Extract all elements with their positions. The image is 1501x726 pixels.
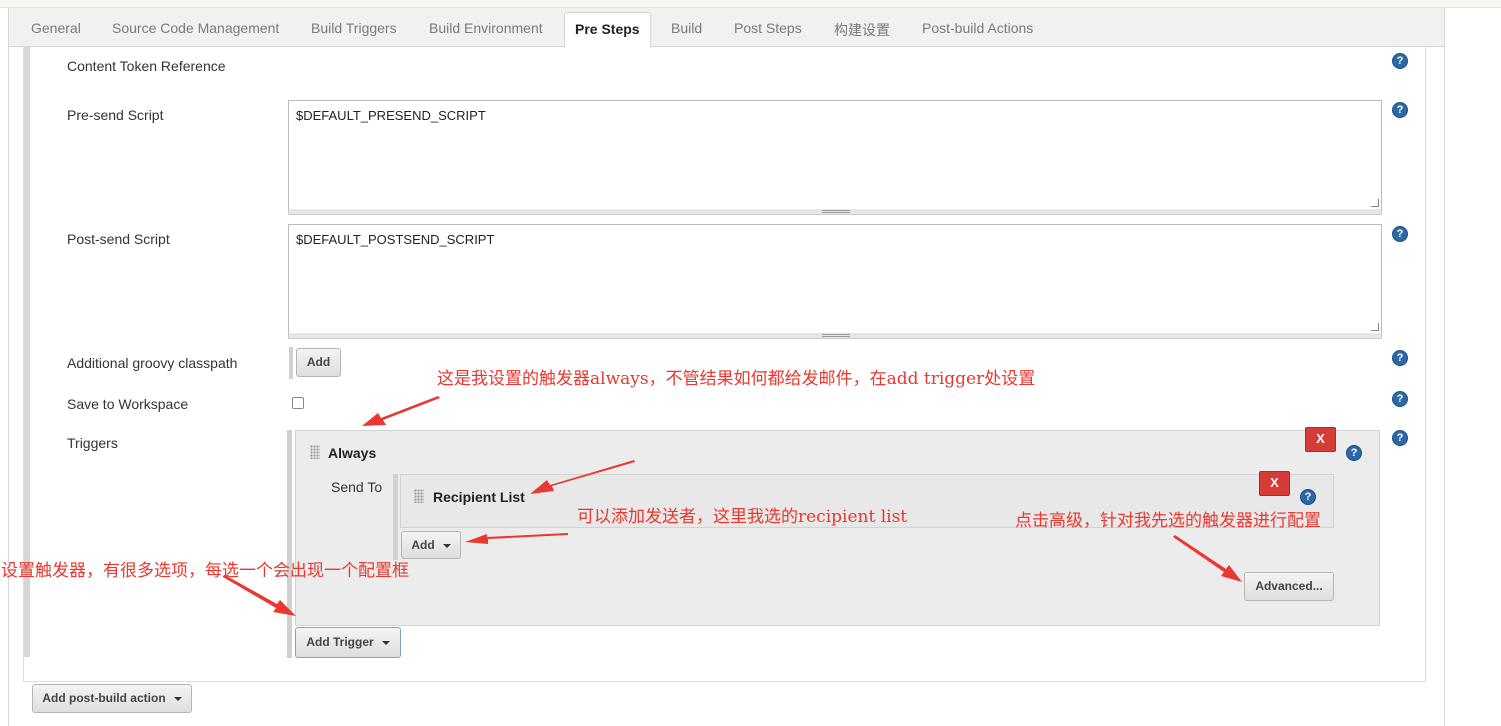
arrow-to-add: [465, 533, 568, 544]
arrow-to-add-trigger: [223, 575, 296, 616]
arrow-to-advanced: [1173, 535, 1242, 582]
arrow-to-always: [362, 396, 440, 426]
arrow-to-recipient-list: [530, 460, 635, 494]
annotation-arrows: [223, 396, 1242, 616]
